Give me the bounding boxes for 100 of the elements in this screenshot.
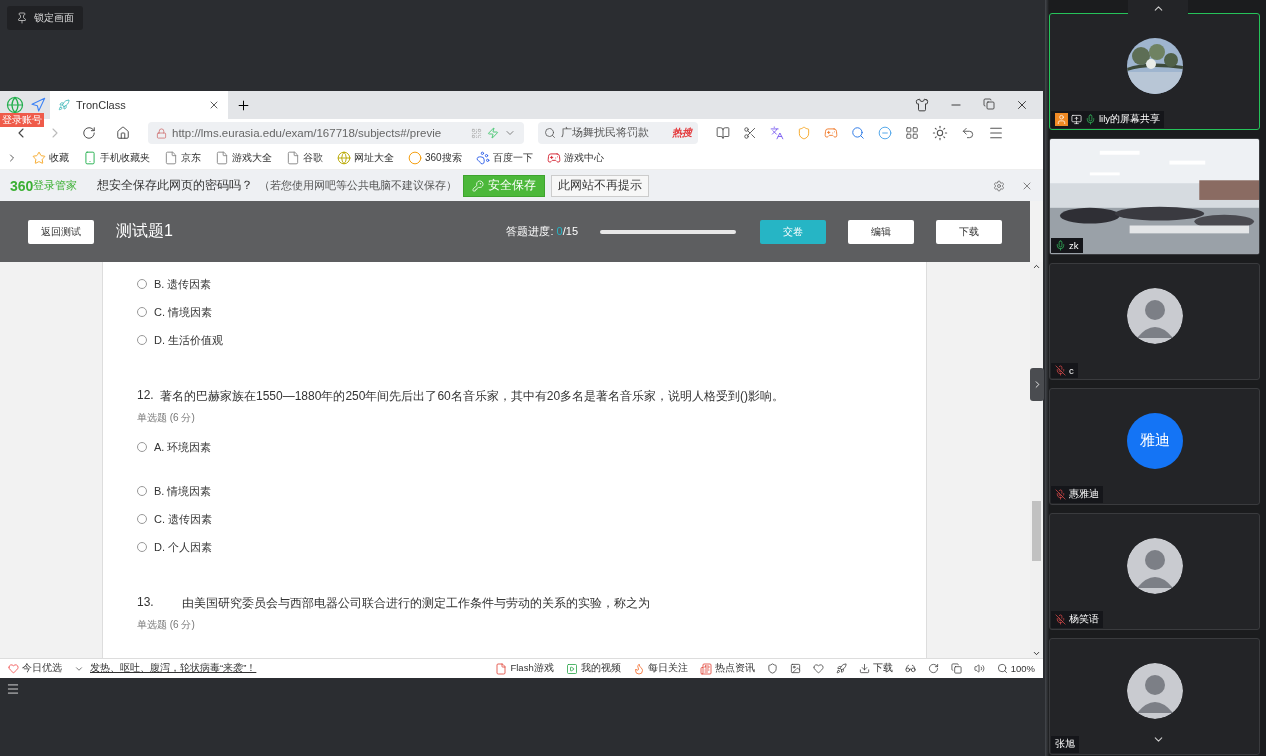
participant-tile[interactable]: c <box>1049 263 1260 380</box>
option-label: A. 环境因素 <box>154 439 212 455</box>
page-icon <box>164 151 178 165</box>
status-link[interactable]: 我的视频 <box>565 662 621 675</box>
scroll-down-icon[interactable] <box>1032 649 1041 658</box>
flame-icon <box>632 662 645 675</box>
scissors-icon[interactable] <box>743 126 757 140</box>
zoom-icon <box>996 663 1008 674</box>
search-field[interactable]: 广场舞扰民将罚款 热搜 <box>538 122 698 144</box>
pin-icon <box>16 12 28 24</box>
participant-tile[interactable]: 杨笑语 <box>1049 513 1260 630</box>
glasses-icon[interactable] <box>904 663 916 674</box>
scroll-up-icon[interactable] <box>1032 262 1041 271</box>
browser-tab[interactable]: TronClass <box>50 91 228 119</box>
back-button[interactable]: 返回测试 <box>28 219 94 244</box>
zoom-control[interactable]: 100% <box>996 663 1035 674</box>
menu-icon[interactable] <box>6 682 20 696</box>
translate-icon[interactable] <box>770 126 784 140</box>
book-icon[interactable] <box>716 126 730 140</box>
download-link[interactable]: 下载 <box>858 662 893 675</box>
home-icon[interactable] <box>116 126 130 140</box>
qr-icon <box>471 127 482 139</box>
star-icon <box>32 151 46 165</box>
bookmark-link[interactable]: 谷歌 <box>286 151 323 165</box>
bookmark-link[interactable]: 游戏中心 <box>546 151 604 165</box>
mic-icon <box>1085 114 1096 125</box>
exam-button[interactable]: 下载 <box>936 219 1002 244</box>
tab-icon <box>58 99 70 111</box>
page-icon <box>215 151 229 165</box>
gamepad-icon <box>546 151 561 165</box>
ring-icon <box>408 151 422 165</box>
option-label: D. 个人因素 <box>154 539 213 555</box>
question-text: 著名的巴赫家族在1550—1880年的250年间先后出了60名音乐家，其中有20多名是著名音乐家，说明人格受到()影响。 <box>160 388 785 405</box>
volume-icon[interactable] <box>973 663 985 674</box>
magnifier-icon[interactable] <box>851 126 865 140</box>
close-icon[interactable] <box>1015 98 1029 112</box>
menu-icon[interactable] <box>988 125 1004 141</box>
bookmark-link[interactable]: 收藏 <box>32 151 69 165</box>
new-tab-icon[interactable] <box>236 97 251 113</box>
bookmark-link[interactable]: 京东 <box>164 151 201 165</box>
address-bar[interactable]: http://lms.eurasia.edu/exam/167718/subjects#/previe <box>148 122 524 144</box>
participant-tile[interactable]: 张旭 <box>1049 638 1260 755</box>
brightness-icon[interactable] <box>932 125 948 141</box>
status-link[interactable]: Flash游戏 <box>495 662 554 675</box>
shirt-icon[interactable] <box>915 98 929 112</box>
gamepad-icon[interactable] <box>824 126 838 140</box>
exam-button[interactable]: 编辑 <box>848 219 914 244</box>
daily-pick-link[interactable]: 今日优选 <box>8 662 62 675</box>
screen-share-icon <box>1071 114 1082 125</box>
participant-name: lily的屏幕共享 <box>1099 113 1161 126</box>
close-icon[interactable] <box>208 99 220 111</box>
block-icon[interactable] <box>878 126 892 140</box>
option-label: D. 生活价值观 <box>154 332 224 348</box>
participant-name: 杨笑语 <box>1069 613 1099 626</box>
participant-tile[interactable]: zk <box>1049 138 1260 255</box>
globe-icon <box>337 151 351 165</box>
lock-icon <box>156 127 167 139</box>
participant-tile[interactable]: 雅迪 惠雅迪 <box>1049 388 1260 505</box>
restore-icon[interactable] <box>983 98 995 110</box>
participant-name: 惠雅迪 <box>1069 488 1099 501</box>
news-link[interactable]: 发热、呕吐、腹泻，轮状病毒“来袭”！ <box>90 662 257 675</box>
compass-icon[interactable] <box>30 97 46 113</box>
question-text: 由美国研究委员会与西部电器公司联合进行的测定工作条件与劳动的关系的实验，称之为 <box>182 595 650 612</box>
flash-icon <box>495 662 508 675</box>
bookmark-link[interactable]: 游戏大全 <box>215 151 272 165</box>
bookmark-link[interactable]: 360搜索 <box>408 151 462 165</box>
collapse-button[interactable] <box>1030 368 1044 401</box>
refresh-icon[interactable] <box>927 663 939 674</box>
mic-icon <box>1055 240 1066 251</box>
phone-icon <box>83 151 97 165</box>
rocket-icon[interactable] <box>835 663 847 674</box>
settings-icon[interactable] <box>993 179 1005 192</box>
bookmark-link[interactable]: 百度一下 <box>475 151 533 165</box>
undo-icon[interactable] <box>961 126 975 140</box>
dismiss-button[interactable]: 此网站不再提示 <box>551 174 650 197</box>
lock-screen-button[interactable]: 锁定画面 <box>7 6 83 30</box>
muted-mic-icon <box>1055 614 1066 625</box>
reload-icon[interactable] <box>82 126 96 140</box>
brand-logo: 360 <box>10 177 34 194</box>
shield-icon[interactable] <box>766 663 778 674</box>
option-label: B. 情境因素 <box>154 483 212 499</box>
window-icon[interactable] <box>950 663 962 674</box>
grid-icon[interactable] <box>905 126 919 140</box>
participant-tile[interactable]: lily的屏幕共享 <box>1049 13 1260 130</box>
option-label: C. 情境因素 <box>154 304 213 320</box>
heart-icon[interactable] <box>812 663 824 674</box>
scroll-thumb[interactable] <box>1032 501 1041 561</box>
participant-name: c <box>1069 365 1074 376</box>
avatar-icon <box>1126 662 1183 719</box>
participant-name: zk <box>1069 240 1079 251</box>
muted-mic-icon <box>1055 365 1066 376</box>
paw-icon <box>475 151 490 165</box>
initials-avatar: 雅迪 <box>1126 412 1183 469</box>
status-link[interactable]: 热点资讯 <box>699 662 755 675</box>
image-icon[interactable] <box>789 663 801 674</box>
bookmark-link[interactable]: 网址大全 <box>337 151 394 165</box>
question-type: 单选题 (6 分) <box>137 618 196 632</box>
bookmark-link[interactable]: 手机收藏夹 <box>83 151 150 165</box>
status-link[interactable]: 每日关注 <box>632 662 688 675</box>
save-password-prompt: 想安全保存此网页的密码吗？ <box>97 178 254 193</box>
